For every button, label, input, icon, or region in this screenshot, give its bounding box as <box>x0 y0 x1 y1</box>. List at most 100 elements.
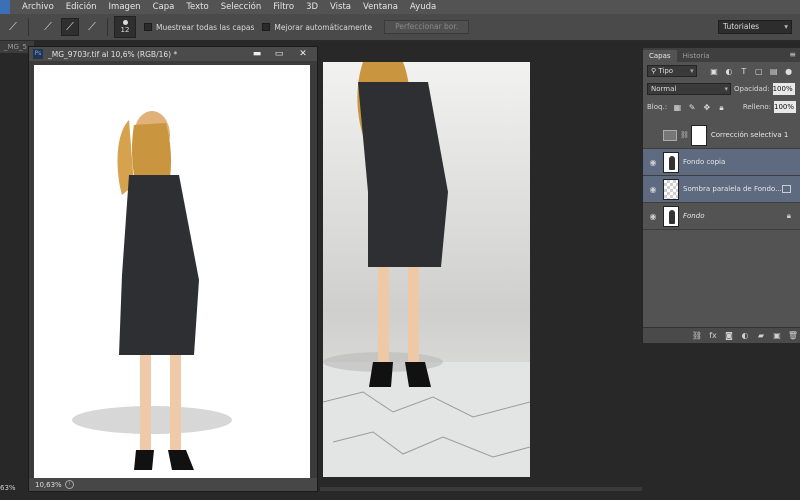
menu-ventana[interactable]: Ventana <box>357 0 404 14</box>
link-icon[interactable]: ⛓︎ <box>689 331 705 340</box>
filter-kind-value: Tipo <box>658 67 674 75</box>
layer-name[interactable]: Fondo <box>683 212 704 220</box>
layer-thumbnail <box>663 151 679 173</box>
menu-seleccion[interactable]: Selección <box>215 0 268 14</box>
menu-bar: Archivo Edición Imagen Capa Texto Selecc… <box>0 0 800 14</box>
trash-icon[interactable]: 🗑︎ <box>785 331 800 340</box>
leg-left <box>140 355 151 450</box>
tab-historia[interactable]: Historia <box>677 50 716 62</box>
lock-fill-row: Bloq.: ▦ ✎ ✥ 🔒︎ Relleno: 100% <box>643 98 800 116</box>
sample-all-layers-checkbox[interactable]: Muestrear todas las capas <box>144 23 254 32</box>
filter-kind-select[interactable]: ⚲ Tipo <box>647 65 697 77</box>
filter-toggle-icon[interactable]: ● <box>783 66 794 77</box>
layer-name[interactable]: Sombra paralela de Fondo... <box>683 185 782 193</box>
layer-row[interactable]: ◉ Sombra paralela de Fondo... <box>643 176 800 203</box>
fill-input[interactable]: 100% <box>774 101 797 113</box>
document-titlebar[interactable]: Ps _MG_9703r.tif al 10,6% (RGB/16) * ▬ ▭… <box>29 47 317 61</box>
tab-capas[interactable]: Capas <box>643 50 677 62</box>
maximize-icon[interactable]: ▭ <box>269 48 289 60</box>
document-window: Ps _MG_9703r.tif al 10,6% (RGB/16) * ▬ ▭… <box>28 46 318 492</box>
document-canvas[interactable] <box>34 65 310 478</box>
adjustment-icon[interactable]: ◐ <box>737 331 753 340</box>
menu-capa[interactable]: Capa <box>147 0 181 14</box>
leg-right <box>170 355 181 450</box>
brush-size-picker[interactable]: 12 <box>114 16 136 38</box>
eye-icon[interactable]: ◉ <box>643 212 663 221</box>
shoe-right <box>168 450 194 470</box>
blend-mode-select[interactable]: Normal <box>647 83 731 95</box>
menu-archivo[interactable]: Archivo <box>16 0 60 14</box>
zoom-field[interactable]: 10,63% <box>35 481 65 489</box>
brush-tip-icon <box>122 20 128 25</box>
add-to-selection-brush-icon[interactable]: ⟋ <box>61 18 79 36</box>
document-status-bar: 10,63% i <box>29 478 317 491</box>
subtract-from-selection-brush-icon[interactable]: ⟋ <box>83 18 101 36</box>
folder-icon[interactable]: ▰ <box>753 331 769 340</box>
layer-filter-row: ⚲ Tipo ▣ ◐ T ▢ ▤ ● <box>643 62 800 80</box>
layers-list: ⛓︎ Corrección selectiva 1 ◉ Fondo copia … <box>643 122 800 230</box>
fill-label: Relleno: <box>742 103 772 111</box>
menu-ayuda[interactable]: Ayuda <box>404 0 442 14</box>
layer-row[interactable]: ◉ Fondo 🔒︎ <box>643 203 800 230</box>
divider <box>107 18 108 36</box>
mask-icon[interactable] <box>690 124 707 146</box>
lock-icon: 🔒︎ <box>786 211 791 220</box>
checkbox-box[interactable] <box>262 23 271 31</box>
smart-object-icon <box>782 185 791 193</box>
mask-icon[interactable]: ◙ <box>721 331 737 340</box>
workspace-select[interactable]: Tutoriales <box>718 20 792 34</box>
eye-icon[interactable]: ◉ <box>643 185 663 194</box>
composite-preview-image <box>323 62 530 477</box>
lock-all-icon[interactable]: 🔒︎ <box>716 102 727 113</box>
quick-selection-tool-icon[interactable]: ⟋ <box>4 18 22 36</box>
lock-position-icon[interactable]: ✥ <box>701 102 712 113</box>
opacity-input[interactable]: 100% <box>772 83 795 95</box>
minimize-icon[interactable]: ▬ <box>247 48 267 60</box>
link-icon[interactable]: ⛓︎ <box>680 131 689 139</box>
layer-thumbnail <box>663 178 679 200</box>
eye-icon[interactable]: ◉ <box>643 158 663 167</box>
layer-row[interactable]: ◉ Fondo copia <box>643 149 800 176</box>
brush-size-value: 12 <box>120 26 130 34</box>
filter-shape-icon[interactable]: ▢ <box>753 66 764 77</box>
checkbox-box[interactable] <box>144 23 152 31</box>
new-layer-icon[interactable]: ▣ <box>769 331 785 340</box>
layer-name[interactable]: Fondo copia <box>683 158 725 166</box>
layer-row[interactable]: ⛓︎ Corrección selectiva 1 <box>643 122 800 149</box>
model-photo-cracked-ground <box>323 62 530 477</box>
shoe-left <box>369 362 393 387</box>
refine-edge-button[interactable]: Perfeccionar bor. <box>384 20 470 34</box>
opacity-label: Opacidad: <box>734 85 770 93</box>
leg-left <box>378 267 389 362</box>
adjustment-icon <box>663 129 677 141</box>
menu-filtro[interactable]: Filtro <box>267 0 300 14</box>
leg-right <box>408 267 419 362</box>
panel-menu-icon[interactable]: ≡ <box>789 50 796 59</box>
auto-enhance-checkbox[interactable]: Mejorar automáticamente <box>262 23 372 32</box>
layer-name[interactable]: Corrección selectiva 1 <box>711 131 788 139</box>
horizontal-scrollbar[interactable] <box>320 487 642 491</box>
menu-edicion[interactable]: Edición <box>60 0 103 14</box>
new-selection-brush-icon[interactable]: ⟋ <box>39 18 57 36</box>
menu-3d[interactable]: 3D <box>300 0 324 14</box>
fx-icon[interactable]: fx <box>705 331 721 340</box>
menu-vista[interactable]: Vista <box>324 0 357 14</box>
lock-image-icon[interactable]: ✎ <box>687 102 698 113</box>
sample-all-layers-label: Muestrear todas las capas <box>156 22 255 32</box>
filter-type-icon[interactable]: T <box>738 66 749 77</box>
filter-smart-object-icon[interactable]: ▤ <box>768 66 779 77</box>
filter-adjustment-icon[interactable]: ◐ <box>724 66 735 77</box>
document-title: _MG_9703r.tif al 10,6% (RGB/16) * <box>48 49 178 59</box>
lock-transparent-icon[interactable]: ▦ <box>672 102 683 113</box>
menu-texto[interactable]: Texto <box>180 0 214 14</box>
filter-pixel-icon[interactable]: ▣ <box>709 66 720 77</box>
info-icon[interactable]: i <box>65 480 74 489</box>
options-bar: ⟋ ⟋ ⟋ ⟋ 12 Muestrear todas las capas Mej… <box>0 14 800 41</box>
drop-shadow <box>72 406 232 434</box>
app-logo <box>0 0 10 14</box>
menu-imagen[interactable]: Imagen <box>103 0 147 14</box>
shoe-left <box>134 450 154 470</box>
dress <box>119 175 199 355</box>
close-icon[interactable]: ✕ <box>293 48 313 60</box>
blend-opacity-row: Normal Opacidad: 100% <box>643 80 800 98</box>
